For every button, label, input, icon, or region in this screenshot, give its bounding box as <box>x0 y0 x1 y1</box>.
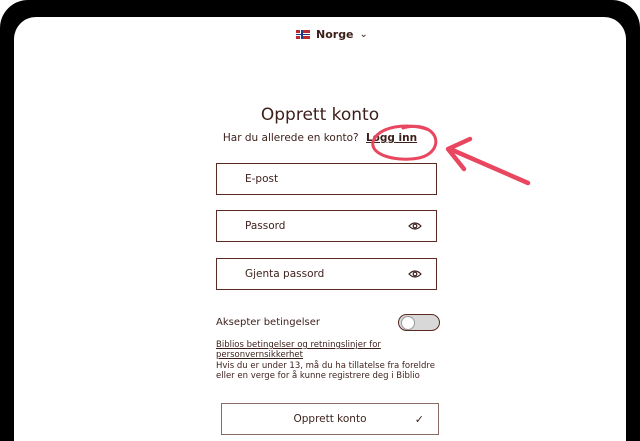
have-account-text: Har du allerede en konto? <box>222 132 359 144</box>
password-field[interactable]: Passord <box>216 210 437 242</box>
create-account-label: Opprett konto <box>293 413 367 425</box>
terms-link[interactable]: Biblios betingelser og retningslinjer fo… <box>216 340 436 360</box>
terms-note: Hvis du er under 13, må du ha tillatelse… <box>216 361 435 381</box>
annotation-arrow <box>445 136 531 186</box>
login-link[interactable]: Logg inn <box>366 132 417 144</box>
accept-terms-toggle[interactable] <box>398 313 440 331</box>
accept-terms-row: Aksepter betingelser <box>216 311 440 333</box>
create-account-button[interactable]: Opprett konto ✓ <box>221 403 439 435</box>
email-field[interactable]: E-post <box>216 163 437 195</box>
eye-icon[interactable] <box>408 221 422 231</box>
signup-page: Norge ⌄ Opprett konto Har du allerede en… <box>14 17 626 441</box>
repeat-password-placeholder: Gjenta passord <box>245 268 325 280</box>
region-selector[interactable]: Norge ⌄ <box>296 24 368 44</box>
page-title: Opprett konto <box>260 105 380 125</box>
norway-flag-icon <box>296 29 310 39</box>
screen: Norge ⌄ Opprett konto Har du allerede en… <box>14 17 626 441</box>
login-prompt: Har du allerede en konto? Logg inn <box>14 132 626 144</box>
password-placeholder: Passord <box>245 220 286 232</box>
check-icon: ✓ <box>414 412 424 426</box>
eye-icon[interactable] <box>408 269 422 279</box>
region-label: Norge <box>316 27 354 41</box>
repeat-password-field[interactable]: Gjenta passord <box>216 258 437 290</box>
accept-terms-label: Aksepter betingelser <box>216 316 320 328</box>
email-placeholder: E-post <box>245 173 279 185</box>
chevron-down-icon: ⌄ <box>359 28 368 40</box>
